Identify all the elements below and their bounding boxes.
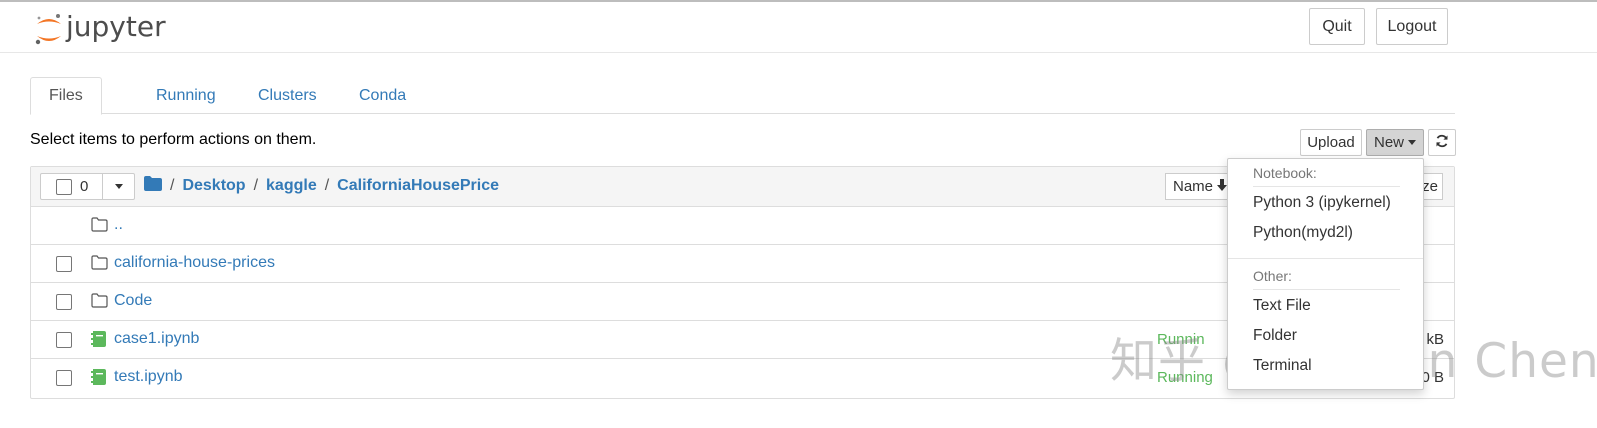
breadcrumb-kaggle[interactable]: kaggle — [266, 177, 317, 195]
row-checkbox[interactable] — [56, 294, 72, 310]
breadcrumb-separator: / — [253, 177, 259, 194]
logo-text: jupyter — [66, 9, 166, 43]
jupyter-logo[interactable]: jupyter — [34, 10, 166, 48]
logout-button[interactable]: Logout — [1376, 8, 1448, 45]
folder-icon[interactable] — [144, 176, 162, 196]
menu-item-text-file[interactable]: Text File — [1253, 297, 1311, 315]
menu-header-other: Other: — [1253, 268, 1292, 284]
tab-clusters[interactable]: Clusters — [240, 77, 335, 114]
file-name[interactable]: test.ipynb — [114, 368, 182, 386]
menu-item-python-myd2l[interactable]: Python(myd2l) — [1253, 224, 1353, 242]
menu-separator — [1228, 258, 1423, 259]
folder-outline-icon — [91, 217, 108, 237]
refresh-button[interactable] — [1428, 129, 1456, 156]
notebook-icon — [91, 331, 106, 352]
quit-button[interactable]: Quit — [1309, 8, 1365, 45]
select-all-control[interactable]: 0 — [40, 173, 103, 200]
folder-outline-icon — [91, 255, 108, 275]
file-name[interactable]: case1.ipynb — [114, 330, 199, 348]
row-checkbox[interactable] — [56, 256, 72, 272]
row-checkbox[interactable] — [56, 332, 72, 348]
menu-divider — [1253, 186, 1400, 187]
folder-outline-icon — [91, 293, 108, 313]
select-menu-button[interactable] — [102, 173, 135, 200]
file-name[interactable]: Code — [114, 292, 152, 310]
menu-item-terminal[interactable]: Terminal — [1253, 357, 1312, 375]
upload-button[interactable]: Upload — [1300, 129, 1362, 156]
selection-hint: Select items to perform actions on them. — [30, 131, 317, 148]
tab-bar: Files Running Clusters Conda — [30, 77, 1455, 115]
menu-divider — [1253, 289, 1400, 290]
sort-by-name-button[interactable]: Name — [1165, 173, 1231, 200]
new-dropdown-menu: Notebook: Python 3 (ipykernel) Python(my… — [1227, 158, 1424, 390]
caret-down-icon — [1408, 140, 1416, 145]
selected-count: 0 — [80, 178, 89, 195]
breadcrumb-californiahouseprice[interactable]: CaliforniaHousePrice — [337, 177, 499, 195]
arrow-down-icon — [1217, 178, 1228, 195]
breadcrumb-separator: / — [324, 177, 330, 194]
breadcrumb: / Desktop / kaggle / CaliforniaHousePric… — [144, 176, 499, 196]
breadcrumb-desktop[interactable]: Desktop — [182, 177, 245, 195]
menu-item-python3-ipykernel[interactable]: Python 3 (ipykernel) — [1253, 194, 1391, 212]
new-dropdown-button[interactable]: New — [1366, 129, 1424, 156]
select-all-checkbox[interactable] — [56, 178, 72, 195]
notebook-icon — [91, 369, 106, 390]
file-name[interactable]: .. — [114, 216, 123, 234]
tab-files[interactable]: Files — [30, 77, 102, 115]
tab-conda[interactable]: Conda — [341, 77, 424, 114]
menu-item-folder[interactable]: Folder — [1253, 327, 1297, 345]
new-button-label: New — [1373, 134, 1404, 151]
file-name[interactable]: california-house-prices — [114, 254, 275, 272]
sort-name-label: Name — [1173, 178, 1214, 195]
breadcrumb-separator: / — [170, 177, 175, 194]
menu-header-notebook: Notebook: — [1253, 165, 1317, 181]
refresh-icon — [1435, 134, 1449, 152]
jupyter-logo-icon — [34, 12, 64, 46]
header-bar: jupyter Quit Logout — [0, 2, 1597, 53]
row-checkbox[interactable] — [56, 370, 72, 386]
tab-running[interactable]: Running — [138, 77, 234, 114]
caret-down-icon — [114, 184, 123, 189]
